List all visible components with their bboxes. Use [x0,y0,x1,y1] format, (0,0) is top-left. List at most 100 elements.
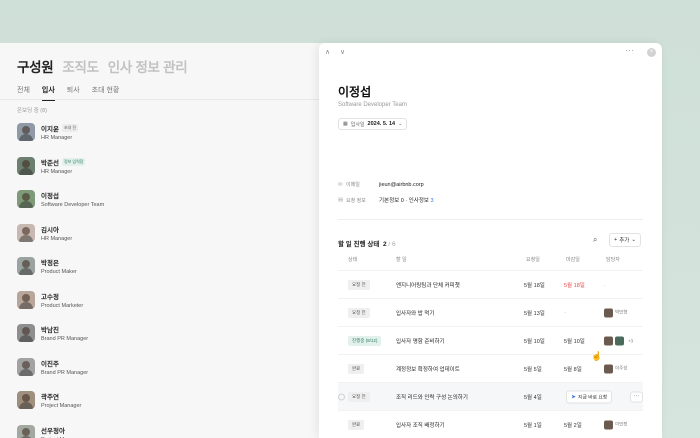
request-now-button[interactable]: ➤ 지금 바로 요청 [566,390,613,403]
section-label: 온보딩 중 (8) [17,108,48,114]
status-badge: 완료 [348,363,365,374]
avatar [17,324,35,342]
request-now-label: 지금 바로 요청 [578,395,608,400]
add-todo-button[interactable]: + 추가 ⌄ [609,233,641,247]
owner-name: 박민형 [615,309,628,315]
due-date: 5월 1일 [524,422,542,429]
done-date: 5월 8일 [564,366,582,373]
avatar [604,364,613,373]
email-row: ✉ 이메일 jieun@airbnb.corp [338,181,424,189]
page-title: 구성원 [17,60,54,75]
col-due: 요청일 [526,257,540,263]
employee-list-item[interactable]: 선우정아Project Manager [17,421,81,438]
employee-role: HR Manager [41,235,73,242]
avatar [604,308,613,317]
owner-name: 이주성 [615,365,628,371]
status-badge: 요청 전 [348,391,370,402]
employee-role: Software Developer Team [41,202,105,208]
avatar [17,424,35,438]
row-checkbox[interactable] [338,393,345,400]
employee-list-item[interactable]: 이지윤 초대 전 HR Manager [17,119,79,145]
join-date-selector[interactable]: ▦ 입사일 2024. 5. 14 ⌄ [338,118,408,130]
more-icon[interactable]: ··· [625,46,635,55]
task-name: 입사자 명함 준비하기 [396,338,445,345]
request-info-row: ▤ 요청 정보 기본정보 0 · 인사정보 3 [338,196,434,204]
due-date: 5월 4일 [524,394,542,401]
panel-toolbar: ∧ ∨ ··· × [319,43,662,63]
due-date: 5월 13일 [524,310,545,317]
avatar [17,290,35,309]
col-done: 마감일 [566,257,580,263]
employee-name: 이진주 [41,360,59,368]
employee-list-item[interactable]: 박준선 정보 입력함 HR Manager [17,153,86,179]
tab-org-chart[interactable]: 조직도 [62,56,99,76]
table-row[interactable]: 요청 전 입사자와 밥 먹기 5월 13일 - 박민형 [338,298,643,326]
task-name: 조직 리드와 인력 구성 논의하기 [396,394,468,401]
avatar [17,391,35,409]
calendar-icon: ▦ [343,121,348,127]
row-more-button[interactable]: ··· [630,391,643,402]
due-date: 5월 5일 [524,366,542,373]
employee-role: HR Manager [41,168,73,175]
task-name: 입사자와 밥 먹기 [396,310,435,317]
table-row[interactable]: 완료 입사자 조직 배정하기 5월 1일 5월 2일 이민정 [338,410,643,438]
close-icon[interactable]: × [647,48,656,57]
employee-name: 이정섭 [41,193,59,200]
employee-name: 선우정아 [41,427,65,435]
employee-name: 고수정 [41,293,59,301]
employee-list-item[interactable]: 이정섭 Software Developer Team [17,186,104,212]
table-row[interactable]: 요청 전 엔지니어링팀과 단체 커피챗 5월 18일 5월 18일 - [338,270,643,298]
employee-name: 김시아 [41,226,59,234]
done-date: 5월 2일 [564,422,582,429]
owner: 이민정 [604,420,627,429]
email-value: jieun@airbnb.corp [379,181,424,188]
table-row[interactable]: 요청 전 조직 리드와 인력 구성 논의하기 5월 4일 ➤ 지금 바로 요청 ··· [338,382,643,410]
owner: 이주성 [604,364,627,373]
employee-list-item[interactable]: 이진주 Brand PR Manager [17,354,88,380]
status-badge: 완료 [348,419,365,430]
avatar [17,123,35,141]
members-panel: 구성원 조직도 인사 정보 관리 전체 입사 퇴사 초대 현황 온보딩 중 (8… [0,43,330,438]
avatar [604,420,613,429]
employee-name: 이정섭 [338,85,372,99]
owner-name: 이민정 [615,421,628,427]
section-divider [338,219,643,220]
due-date: 5월 10일 [524,338,545,345]
avatar [17,223,35,242]
tab-hr-info[interactable]: 인사 정보 관리 [108,56,188,76]
plus-icon: + [614,237,618,243]
avatar [17,357,35,376]
employee-list-item[interactable]: 곽주연 Project Manager [17,387,81,413]
search-icon[interactable]: ⌕ [593,235,597,245]
owner-name: - [604,282,606,287]
status-badge: 초대 전 [61,124,79,132]
todo-total-count: / 6 [386,241,396,248]
owner-extra-count: +3 [628,338,634,343]
cursor-icon: ☝ [591,351,603,361]
request-info-label: 요청 정보 [346,197,366,204]
owner: 박민형 [604,308,627,317]
task-name: 입사자 조직 배정하기 [396,422,445,429]
tabs-divider [0,99,330,100]
chevron-down-icon: ⌄ [631,237,636,243]
request-info-value[interactable]: 기본정보 0 · 인사정보 3 [379,196,434,204]
owner: +3 [604,336,633,345]
chevron-down-icon: ⌄ [398,121,403,127]
avatar [17,257,35,275]
employee-list-item[interactable]: 박남진 Brand PR Manager [17,320,88,346]
employee-list-item[interactable]: 박정은 Product Maker [17,253,77,279]
employee-name: 박정은 [41,260,59,267]
table-row[interactable]: 진행중 (8/12) 입사자 명함 준비하기 5월 10일 5월 10일 +3 [338,326,643,354]
add-button-label: 추가 [619,238,630,244]
employee-name: 이지윤 초대 전 [41,124,79,133]
send-icon: ➤ [571,394,577,400]
next-arrow-icon[interactable]: ∨ [340,48,345,56]
avatar [17,156,35,175]
todo-progress-title: 할 일 진행 상태 2 / 6 [338,241,396,248]
done-date: - [564,309,566,316]
prev-arrow-icon[interactable]: ∧ [325,48,330,56]
employee-role: Project Manager [41,403,82,409]
done-date: 5월 18일 [564,282,585,289]
employee-list-item[interactable]: 김시아 HR Manager [17,220,72,246]
employee-list-item[interactable]: 고수정 Product Marketer [17,287,83,313]
